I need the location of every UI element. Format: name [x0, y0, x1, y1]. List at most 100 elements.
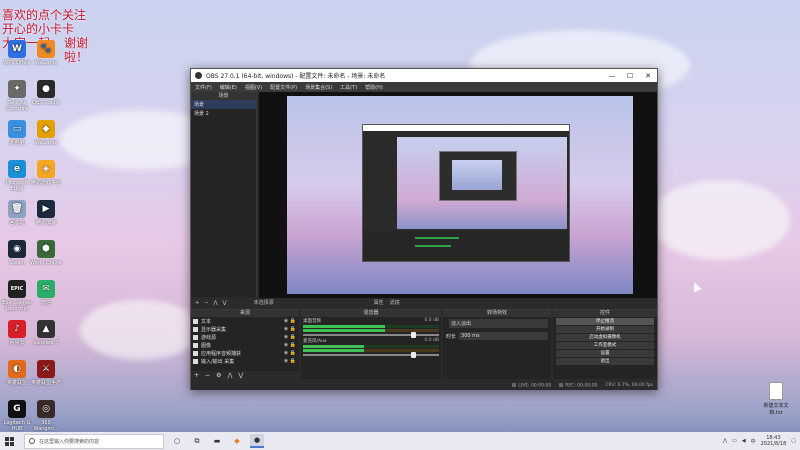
volume-knob[interactable] [411, 352, 416, 358]
desktop-icon[interactable]: ◈ 腾讯游戏平台 [29, 160, 63, 186]
menu-file[interactable]: 文件(F) [195, 84, 212, 91]
app-icon: ◈ [37, 160, 55, 178]
menu-tools[interactable]: 工具(T) [340, 84, 357, 91]
source-item[interactable]: 应用程序音频捕获 ◉ 🔒 [191, 349, 299, 357]
transitions-header: 转场特效 [443, 310, 551, 317]
preview-toolbar: + − ⋀ ⋁ 未选择源 属性 滤镜 [191, 298, 657, 307]
obs-titlebar[interactable]: OBS 27.0.1 (64-bit, windows) - 配置文件: 未命名… [191, 69, 657, 82]
app-icon: ◐ [8, 360, 26, 378]
ime-indicator[interactable]: 中 [751, 438, 756, 445]
move-up-icon[interactable]: ⋀ [227, 372, 232, 379]
overlay-line-1: 喜欢的点个关注 [2, 8, 87, 22]
menu-profile[interactable]: 配置文件(P) [270, 84, 297, 91]
menu-scene-collection[interactable]: 场景集合(S) [305, 84, 332, 91]
desktop-icon[interactable]: ▶ 腾讯加速 [29, 200, 63, 226]
menu-help[interactable]: 帮助(H) [365, 84, 383, 91]
up-icon[interactable]: ⋀ [213, 300, 217, 306]
menu-view[interactable]: 视图(V) [245, 84, 262, 91]
desktop-icon[interactable]: ◆ WeGame [29, 120, 63, 146]
volume-slider[interactable] [303, 352, 439, 358]
source-item[interactable]: 输入/输出 采集 ◉ 🔒 [191, 357, 299, 365]
remove-icon[interactable]: − [204, 300, 208, 306]
desktop-icon[interactable]: ✉ 微信 [29, 280, 63, 306]
mixer-channel-name: 桌面音频 0.0 dB [303, 318, 439, 324]
search-placeholder: 在这里输入你要搜索的内容 [39, 438, 100, 445]
desktop-icon[interactable]: ● OBS Studio [29, 80, 63, 106]
app-icon: G [8, 400, 26, 418]
source-type-icon [193, 350, 198, 356]
sources-dock: 来源 文本 ◉ 🔒 显示器采集 ◉ 🔒 游戏源 ◉ 🔒 图像 ◉ 🔒 应用程序音频捕获 ◉ 🔒 输入… [191, 309, 299, 379]
volume-knob[interactable] [411, 332, 416, 338]
app-icon: ✦ [8, 80, 26, 98]
mouse-cursor-icon [690, 280, 702, 293]
notification-icon[interactable]: ▢ [791, 438, 796, 444]
visibility-lock-icon[interactable]: ◉ 🔒 [284, 334, 296, 340]
clock-date: 2021/8/18 [760, 441, 787, 447]
source-settings-icon[interactable]: ⚙ [216, 372, 221, 379]
live-time: LIVE: 00:00:00 [518, 383, 552, 389]
down-icon[interactable]: ⋁ [223, 300, 227, 306]
desktop-file-label: 新建文本文档.txt [763, 403, 789, 416]
exit-button[interactable]: 退出 [556, 358, 654, 365]
desktop-icon-label: 腾讯加速 [35, 220, 56, 226]
duration-input[interactable]: 300 ms [459, 332, 548, 340]
mixer-channel-name: 麦克风/Aux 0.0 dB [303, 338, 439, 344]
desktop-file-icon[interactable]: 新建文本文档.txt [758, 382, 794, 416]
app-icon: W [8, 40, 26, 58]
desktop-icon[interactable]: 🐾 WeGame [29, 40, 63, 66]
settings-button[interactable]: 设置 [556, 350, 654, 357]
clock[interactable]: 18:43 2021/8/18 [761, 435, 787, 447]
obs-taskbar-icon[interactable]: ● [250, 434, 264, 448]
source-item[interactable]: 游戏源 ◉ 🔒 [191, 333, 299, 341]
desktop-icon[interactable]: ⚔ 英雄联盟手游 [29, 360, 63, 386]
desktop-icon[interactable]: ▲ Valorant 7 [29, 320, 63, 346]
maximize-icon[interactable]: ☐ [621, 72, 639, 80]
studio-mode-button[interactable]: 工作室模式 [556, 342, 654, 349]
network-icon[interactable]: ▭ [732, 438, 737, 444]
taskbar-search[interactable]: 在这里输入你要搜索的内容 [24, 433, 164, 449]
app-icon: e [8, 160, 26, 178]
filters-button[interactable]: 滤镜 [390, 299, 400, 306]
move-down-icon[interactable]: ⋁ [238, 372, 243, 379]
source-item[interactable]: 显示器采集 ◉ 🔒 [191, 325, 299, 333]
add-icon[interactable]: + [195, 300, 199, 306]
add-source-icon[interactable]: + [194, 372, 199, 379]
file-explorer-icon[interactable]: ▬ [210, 434, 224, 448]
desktop-icon[interactable]: ⬢ World Online [29, 240, 63, 266]
start-button[interactable] [0, 432, 18, 450]
transition-duration-row: 时长 300 ms [443, 330, 551, 342]
app-icon: ⚔ [37, 360, 55, 378]
desktop-icon-label: 腾讯游戏平台 [30, 180, 61, 186]
source-item[interactable]: 文本 ◉ 🔒 [191, 317, 299, 325]
stop-streaming-button[interactable]: 停止推流 [556, 318, 654, 325]
app-icon: 🐾 [37, 40, 55, 58]
visibility-lock-icon[interactable]: ◉ 🔒 [284, 350, 296, 356]
properties-button[interactable]: 属性 [374, 299, 384, 306]
visibility-lock-icon[interactable]: ◉ 🔒 [284, 326, 296, 332]
task-view-icon[interactable]: ⧉ [190, 434, 204, 448]
close-icon[interactable]: ✕ [639, 72, 657, 80]
visibility-lock-icon[interactable]: ◉ 🔒 [284, 358, 296, 364]
cortana-icon[interactable]: ○ [170, 434, 184, 448]
volume-slider[interactable] [303, 332, 439, 338]
minimize-icon[interactable]: — [603, 72, 621, 80]
desktop-icon[interactable]: ◎ 360 Wangmi... [29, 400, 63, 432]
scene-item[interactable]: 场景 2 [191, 109, 256, 118]
virtual-camera-button[interactable]: 启动虚拟摄像机 [556, 334, 654, 341]
desktop-icon-label: Valorant 7 [33, 340, 59, 346]
mixer-channel: 桌面音频 0.0 dB [301, 317, 441, 338]
volume-icon[interactable]: ◀ [742, 438, 746, 444]
preview-canvas[interactable] [259, 92, 657, 298]
desktop-icon-label: Logitech G HUB [3, 420, 31, 432]
visibility-lock-icon[interactable]: ◉ 🔒 [284, 318, 296, 324]
transition-select[interactable]: 淡入淡出 [449, 319, 548, 328]
scene-item[interactable]: 场景 [191, 100, 256, 109]
obs-window[interactable]: OBS 27.0.1 (64-bit, windows) - 配置文件: 未命名… [190, 68, 658, 390]
source-item[interactable]: 图像 ◉ 🔒 [191, 341, 299, 349]
wegame-taskbar-icon[interactable]: ◆ [230, 434, 244, 448]
remove-source-icon[interactable]: − [205, 372, 210, 379]
start-recording-button[interactable]: 开始录制 [556, 326, 654, 333]
menu-edit[interactable]: 编辑(E) [220, 84, 237, 91]
visibility-lock-icon[interactable]: ◉ 🔒 [284, 342, 296, 348]
tray-expand-icon[interactable]: ⋀ [723, 438, 727, 444]
